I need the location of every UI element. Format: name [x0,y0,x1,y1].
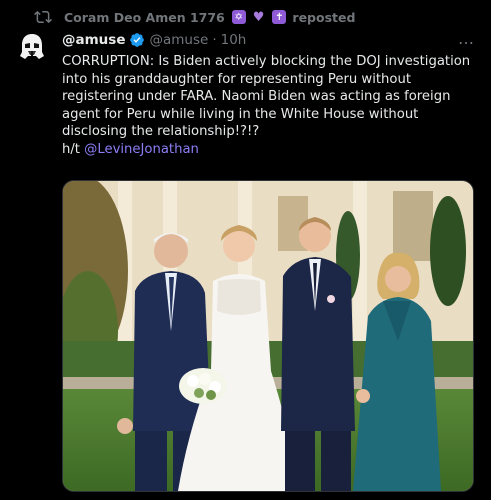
star-of-david-emoji: ✡ [231,10,246,24]
separator-dot: · [212,32,217,48]
hat-tip-prefix: h/t [62,141,85,157]
post-body: CORRUPTION: Is Biden actively blocking t… [62,54,471,140]
hat-tip-mention-link[interactable]: @LevineJonathan [84,142,199,157]
verified-badge-icon [130,33,145,47]
handle[interactable]: @amuse [149,32,208,48]
repost-icon [34,10,52,24]
post-text: CORRUPTION: Is Biden actively blocking t… [62,53,477,159]
post-header: @amuse @amuse · 10h [62,31,477,49]
display-name[interactable]: @amuse [62,32,125,48]
more-options-icon[interactable]: … [458,29,475,48]
repost-banner: Coram Deo Amen 1776 ✡ ♥ ✝ reposted [34,8,355,26]
stormtrooper-avatar-icon [14,30,50,66]
post-photo[interactable] [62,180,474,492]
purple-heart-emoji: ♥ [252,9,265,25]
cross-emoji: ✝ [272,10,287,24]
reposter-name[interactable]: Coram Deo Amen 1776 [64,10,225,25]
repost-label: reposted [292,9,356,25]
post-time[interactable]: 10h [221,32,247,48]
avatar[interactable] [14,30,50,66]
wedding-photo-image [63,181,473,491]
